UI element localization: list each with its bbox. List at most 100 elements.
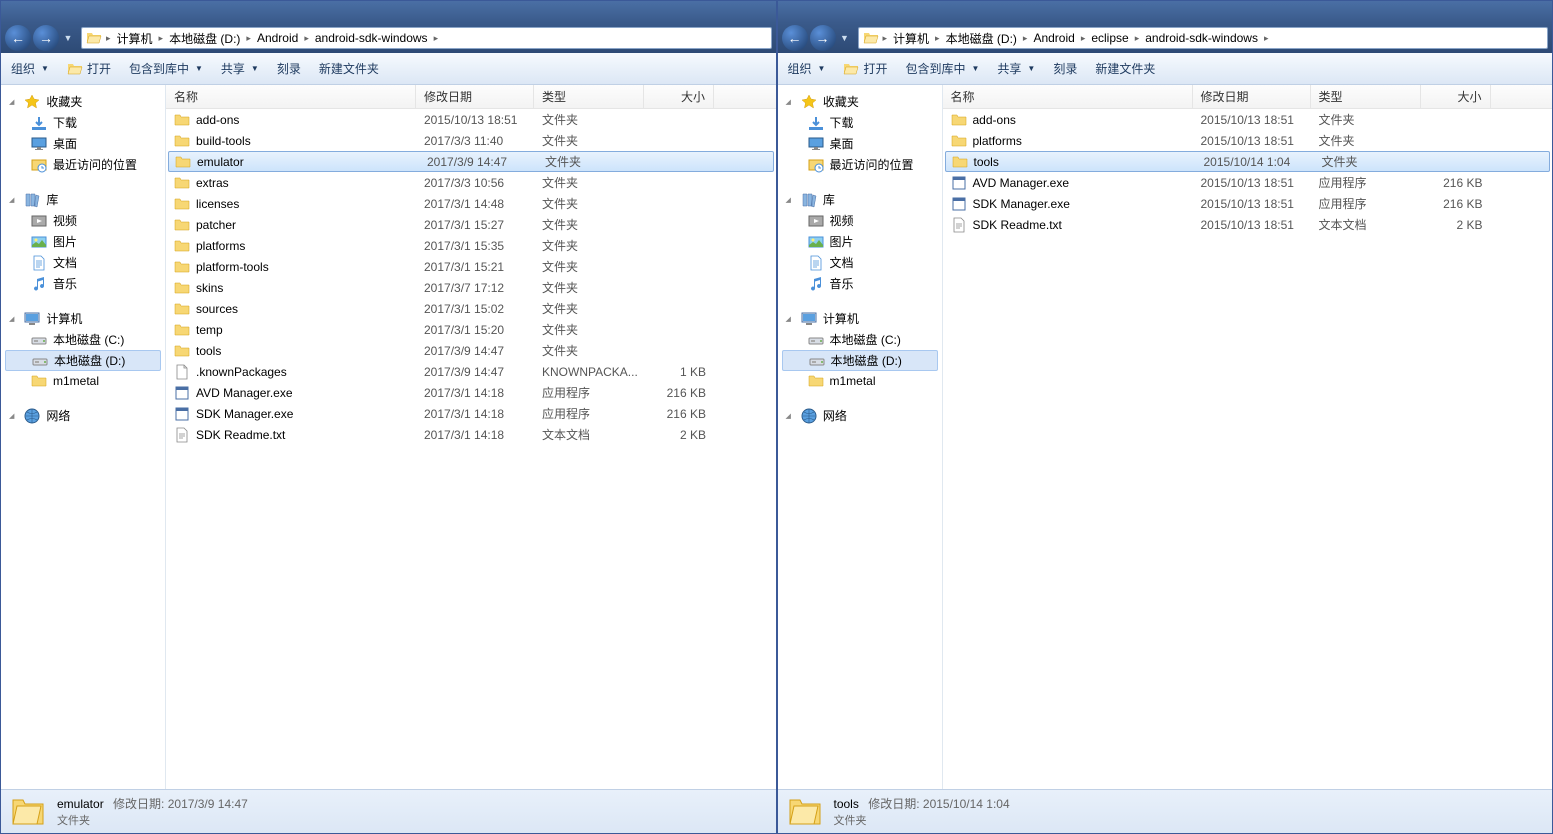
sidebar-item[interactable]: 音乐 <box>778 273 942 294</box>
sidebar-item[interactable]: 本地磁盘 (D:) <box>5 350 161 371</box>
share-button[interactable]: 共享▼ <box>997 60 1035 77</box>
column-size[interactable]: 大小 <box>1421 85 1491 108</box>
sidebar-item[interactable]: 图片 <box>1 231 165 252</box>
file-row[interactable]: skins2017/3/7 17:12文件夹 <box>166 277 776 298</box>
sidebar-item[interactable]: 下载 <box>1 112 165 133</box>
burn-button[interactable]: 刻录 <box>1053 60 1077 77</box>
breadcrumb[interactable]: ▸ 计算机▸ 本地磁盘 (D:)▸ Android▸ android-sdk-w… <box>81 27 772 49</box>
libraries-icon <box>801 192 817 208</box>
file-row[interactable]: AVD Manager.exe2017/3/1 14:18应用程序216 KB <box>166 382 776 403</box>
sidebar-item[interactable]: 文档 <box>1 252 165 273</box>
breadcrumb-item[interactable]: 本地磁盘 (D:) <box>942 30 1021 47</box>
file-row[interactable]: extras2017/3/3 10:56文件夹 <box>166 172 776 193</box>
breadcrumb-item[interactable]: eclipse <box>1087 31 1132 45</box>
organize-button[interactable]: 组织▼ <box>788 60 826 77</box>
open-button[interactable]: 打开 <box>843 60 887 77</box>
desktop-icon <box>31 136 47 152</box>
back-button[interactable]: ← <box>782 25 808 51</box>
forward-button[interactable]: → <box>33 25 59 51</box>
file-row[interactable]: .knownPackages2017/3/9 14:47KNOWNPACKA..… <box>166 361 776 382</box>
sidebar-item[interactable]: 下载 <box>778 112 942 133</box>
file-row[interactable]: sources2017/3/1 15:02文件夹 <box>166 298 776 319</box>
sidebar-network[interactable]: 网络 <box>1 405 165 426</box>
column-type[interactable]: 类型 <box>1311 85 1421 108</box>
computer-icon <box>801 311 817 327</box>
file-row[interactable]: platform-tools2017/3/1 15:21文件夹 <box>166 256 776 277</box>
sidebar-item[interactable]: 图片 <box>778 231 942 252</box>
column-type[interactable]: 类型 <box>534 85 644 108</box>
sidebar-item[interactable]: 音乐 <box>1 273 165 294</box>
breadcrumb-item[interactable]: android-sdk-windows <box>1141 31 1262 45</box>
file-row[interactable]: SDK Manager.exe2015/10/13 18:51应用程序216 K… <box>943 193 1553 214</box>
music-icon <box>31 276 47 292</box>
file-row[interactable]: add-ons2015/10/13 18:51文件夹 <box>943 109 1553 130</box>
title-bar[interactable] <box>778 1 1553 23</box>
breadcrumb-item[interactable]: Android <box>253 31 302 45</box>
sidebar-item[interactable]: m1metal <box>778 371 942 391</box>
include-button[interactable]: 包含到库中▼ <box>905 60 979 77</box>
status-type: 文件夹 <box>834 812 1010 828</box>
history-dropdown[interactable]: ▼ <box>838 27 852 49</box>
file-row[interactable]: build-tools2017/3/3 11:40文件夹 <box>166 130 776 151</box>
file-row[interactable]: licenses2017/3/1 14:48文件夹 <box>166 193 776 214</box>
file-row[interactable]: tools2017/3/9 14:47文件夹 <box>166 340 776 361</box>
folder-icon <box>174 343 190 359</box>
file-row[interactable]: platforms2015/10/13 18:51文件夹 <box>943 130 1553 151</box>
sidebar-item[interactable]: 最近访问的位置 <box>778 154 942 175</box>
forward-button[interactable]: → <box>810 25 836 51</box>
folder-open-icon <box>843 61 859 77</box>
sidebar-favorites[interactable]: 收藏夹 <box>1 91 165 112</box>
file-row[interactable]: SDK Readme.txt2017/3/1 14:18文本文档2 KB <box>166 424 776 445</box>
breadcrumb-item[interactable]: android-sdk-windows <box>311 31 432 45</box>
sidebar-item[interactable]: 桌面 <box>778 133 942 154</box>
sidebar-item[interactable]: 视频 <box>778 210 942 231</box>
breadcrumb-item[interactable]: 计算机 <box>113 30 157 47</box>
history-dropdown[interactable]: ▼ <box>61 27 75 49</box>
sidebar-item[interactable]: m1metal <box>1 371 165 391</box>
file-row[interactable]: emulator2017/3/9 14:47文件夹 <box>168 151 774 172</box>
breadcrumb[interactable]: ▸ 计算机▸ 本地磁盘 (D:)▸ Android▸ eclipse▸ andr… <box>858 27 1549 49</box>
sidebar-network[interactable]: 网络 <box>778 405 942 426</box>
breadcrumb-item[interactable]: 本地磁盘 (D:) <box>165 30 244 47</box>
sidebar-item[interactable]: 本地磁盘 (D:) <box>782 350 938 371</box>
column-name[interactable]: 名称 <box>943 85 1193 108</box>
file-row[interactable]: SDK Manager.exe2017/3/1 14:18应用程序216 KB <box>166 403 776 424</box>
sidebar-item[interactable]: 本地磁盘 (C:) <box>778 329 942 350</box>
sidebar-item[interactable]: 视频 <box>1 210 165 231</box>
file-row[interactable]: tools2015/10/14 1:04文件夹 <box>945 151 1551 172</box>
sidebar: 收藏夹下载桌面最近访问的位置库视频图片文档音乐计算机本地磁盘 (C:)本地磁盘 … <box>778 85 943 789</box>
file-row[interactable]: SDK Readme.txt2015/10/13 18:51文本文档2 KB <box>943 214 1553 235</box>
sidebar-favorites[interactable]: 收藏夹 <box>778 91 942 112</box>
breadcrumb-item[interactable]: 计算机 <box>889 30 933 47</box>
organize-button[interactable]: 组织▼ <box>11 60 49 77</box>
column-name[interactable]: 名称 <box>166 85 416 108</box>
column-date[interactable]: 修改日期 <box>416 85 534 108</box>
include-button[interactable]: 包含到库中▼ <box>129 60 203 77</box>
file-row[interactable]: temp2017/3/1 15:20文件夹 <box>166 319 776 340</box>
file-row[interactable]: add-ons2015/10/13 18:51文件夹 <box>166 109 776 130</box>
column-date[interactable]: 修改日期 <box>1193 85 1311 108</box>
newfolder-button[interactable]: 新建文件夹 <box>319 60 379 77</box>
back-button[interactable]: ← <box>5 25 31 51</box>
sidebar-computer[interactable]: 计算机 <box>778 308 942 329</box>
video-icon <box>31 213 47 229</box>
sidebar-item[interactable]: 桌面 <box>1 133 165 154</box>
open-button[interactable]: 打开 <box>67 60 111 77</box>
network-icon <box>801 408 817 424</box>
breadcrumb-item[interactable]: Android <box>1029 31 1078 45</box>
sidebar-item[interactable]: 本地磁盘 (C:) <box>1 329 165 350</box>
file-row[interactable]: patcher2017/3/1 15:27文件夹 <box>166 214 776 235</box>
sidebar-libraries[interactable]: 库 <box>1 189 165 210</box>
column-size[interactable]: 大小 <box>644 85 714 108</box>
title-bar[interactable] <box>1 1 776 23</box>
sidebar-libraries[interactable]: 库 <box>778 189 942 210</box>
burn-button[interactable]: 刻录 <box>277 60 301 77</box>
sidebar-item[interactable]: 文档 <box>778 252 942 273</box>
file-row[interactable]: AVD Manager.exe2015/10/13 18:51应用程序216 K… <box>943 172 1553 193</box>
sidebar-item[interactable]: 最近访问的位置 <box>1 154 165 175</box>
newfolder-button[interactable]: 新建文件夹 <box>1095 60 1155 77</box>
sidebar-computer[interactable]: 计算机 <box>1 308 165 329</box>
share-button[interactable]: 共享▼ <box>221 60 259 77</box>
status-type: 文件夹 <box>57 812 248 828</box>
file-row[interactable]: platforms2017/3/1 15:35文件夹 <box>166 235 776 256</box>
